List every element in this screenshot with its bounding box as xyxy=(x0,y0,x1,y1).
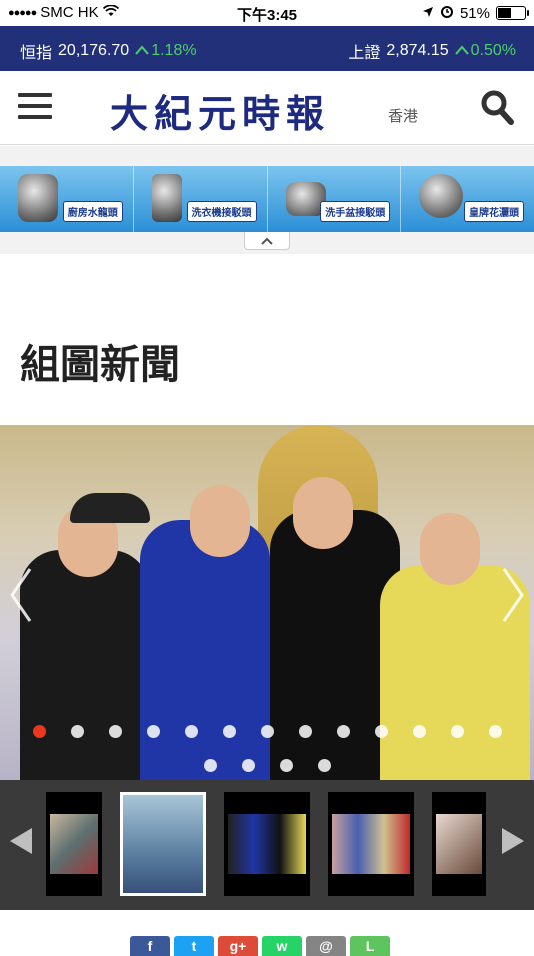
ad-collapse-button[interactable] xyxy=(244,232,290,250)
share-buttons: f t g+ w @ L xyxy=(130,936,390,956)
battery-fill xyxy=(498,8,511,18)
thumbnail-strip xyxy=(0,780,534,910)
slider-dot[interactable] xyxy=(317,759,331,772)
ad-item[interactable]: 洗手盆接駁頭 xyxy=(268,166,402,232)
faucet-product-image xyxy=(18,174,58,222)
ad-item-label: 洗衣機接駁頭 xyxy=(186,201,257,222)
share-facebook-button[interactable]: f xyxy=(130,936,170,956)
ticker-sse-name: 上證 xyxy=(348,45,381,62)
chevron-right-icon[interactable] xyxy=(500,565,526,637)
photo-head xyxy=(293,477,353,549)
ad-item[interactable]: 洗衣機接駁頭 xyxy=(134,166,268,232)
thumbnail[interactable] xyxy=(46,792,102,896)
photo-person xyxy=(140,520,270,780)
adapter-product-image xyxy=(151,174,182,222)
thumbnail[interactable] xyxy=(224,792,310,896)
triangle-left-icon[interactable] xyxy=(10,828,32,854)
slider-dot[interactable] xyxy=(70,725,84,738)
up-arrow-icon xyxy=(135,42,149,60)
slider-dot[interactable] xyxy=(298,725,312,738)
ad-item-label: 皇牌花灑頭 xyxy=(464,201,524,222)
slider-dot[interactable] xyxy=(32,725,46,738)
ticker-hsi-change: 1.18% xyxy=(151,42,197,59)
battery-percent: 51% xyxy=(459,4,490,22)
share-whatsapp-button[interactable]: w xyxy=(262,936,302,956)
status-bar: ●●●●● SMC HK 下午3:45 51% xyxy=(0,0,534,26)
chevron-up-icon xyxy=(261,237,273,245)
showerhead-product-image xyxy=(419,174,464,218)
slider-dot[interactable] xyxy=(488,725,502,738)
location-arrow-icon xyxy=(422,5,434,22)
slider-dot[interactable] xyxy=(260,725,274,738)
search-icon[interactable] xyxy=(480,89,514,125)
ad-banner[interactable]: 廚房水龍頭 洗衣機接駁頭 洗手盆接駁頭 皇牌花灑頭 xyxy=(0,166,534,232)
thumbnail[interactable] xyxy=(432,792,486,896)
slider-dot[interactable] xyxy=(222,725,236,738)
slider-dot[interactable] xyxy=(146,725,160,738)
slider-dots-row xyxy=(0,725,534,738)
alarm-icon xyxy=(440,4,454,22)
ticker-sse-change: 0.50% xyxy=(470,42,516,59)
ticker-hsi[interactable]: 恒指 20,176.70 1.18% xyxy=(20,39,197,63)
ticker-sse-value: 2,874.15 xyxy=(386,42,449,59)
slider-dot[interactable] xyxy=(241,759,255,772)
slider-dot[interactable] xyxy=(450,725,464,738)
thumbnail[interactable] xyxy=(328,792,414,896)
stock-ticker[interactable]: 恒指 20,176.70 1.18% 上證 2,874.15 0.50% xyxy=(0,26,534,71)
slider-dot[interactable] xyxy=(412,725,426,738)
up-arrow-icon xyxy=(454,42,469,60)
battery-icon xyxy=(496,6,529,20)
share-google-plus-button[interactable]: g+ xyxy=(218,936,258,956)
thumbnail-selected[interactable] xyxy=(120,792,206,896)
photo-person xyxy=(20,550,150,780)
photo-slider[interactable] xyxy=(0,425,534,780)
site-logo[interactable]: 大紀元時報 xyxy=(110,83,330,138)
ad-item[interactable]: 皇牌花灑頭 xyxy=(401,166,534,232)
photo-head xyxy=(190,485,250,557)
ad-item[interactable]: 廚房水龍頭 xyxy=(0,166,134,232)
slider-dot[interactable] xyxy=(108,725,122,738)
share-email-button[interactable]: @ xyxy=(306,936,346,956)
photo-head xyxy=(420,513,480,585)
share-twitter-button[interactable]: t xyxy=(174,936,214,956)
chevron-left-icon[interactable] xyxy=(8,565,34,637)
slider-dot[interactable] xyxy=(184,725,198,738)
ticker-hsi-name: 恒指 xyxy=(20,45,53,62)
slider-dot[interactable] xyxy=(279,759,293,772)
triangle-right-icon[interactable] xyxy=(502,828,524,854)
section-title: 組圖新聞 xyxy=(20,343,180,387)
slider-dots-row xyxy=(0,759,534,772)
slider-dot[interactable] xyxy=(336,725,350,738)
ad-item-label: 廚房水龍頭 xyxy=(62,201,123,222)
site-logo-region: 香港 xyxy=(388,108,419,125)
photo-hat xyxy=(70,493,150,523)
ticker-sse[interactable]: 上證 2,874.15 0.50% xyxy=(348,39,516,63)
site-header: 大紀元時報 香港 xyxy=(0,71,534,145)
share-line-button[interactable]: L xyxy=(350,936,390,956)
ticker-hsi-value: 20,176.70 xyxy=(58,42,130,59)
status-right: 51% xyxy=(422,4,529,22)
slider-dot[interactable] xyxy=(203,759,217,772)
ad-item-label: 洗手盆接駁頭 xyxy=(320,201,391,222)
ad-area: 廚房水龍頭 洗衣機接駁頭 洗手盆接駁頭 皇牌花灑頭 xyxy=(0,146,534,254)
slider-dot[interactable] xyxy=(374,725,388,738)
hamburger-menu-icon[interactable] xyxy=(18,93,52,121)
